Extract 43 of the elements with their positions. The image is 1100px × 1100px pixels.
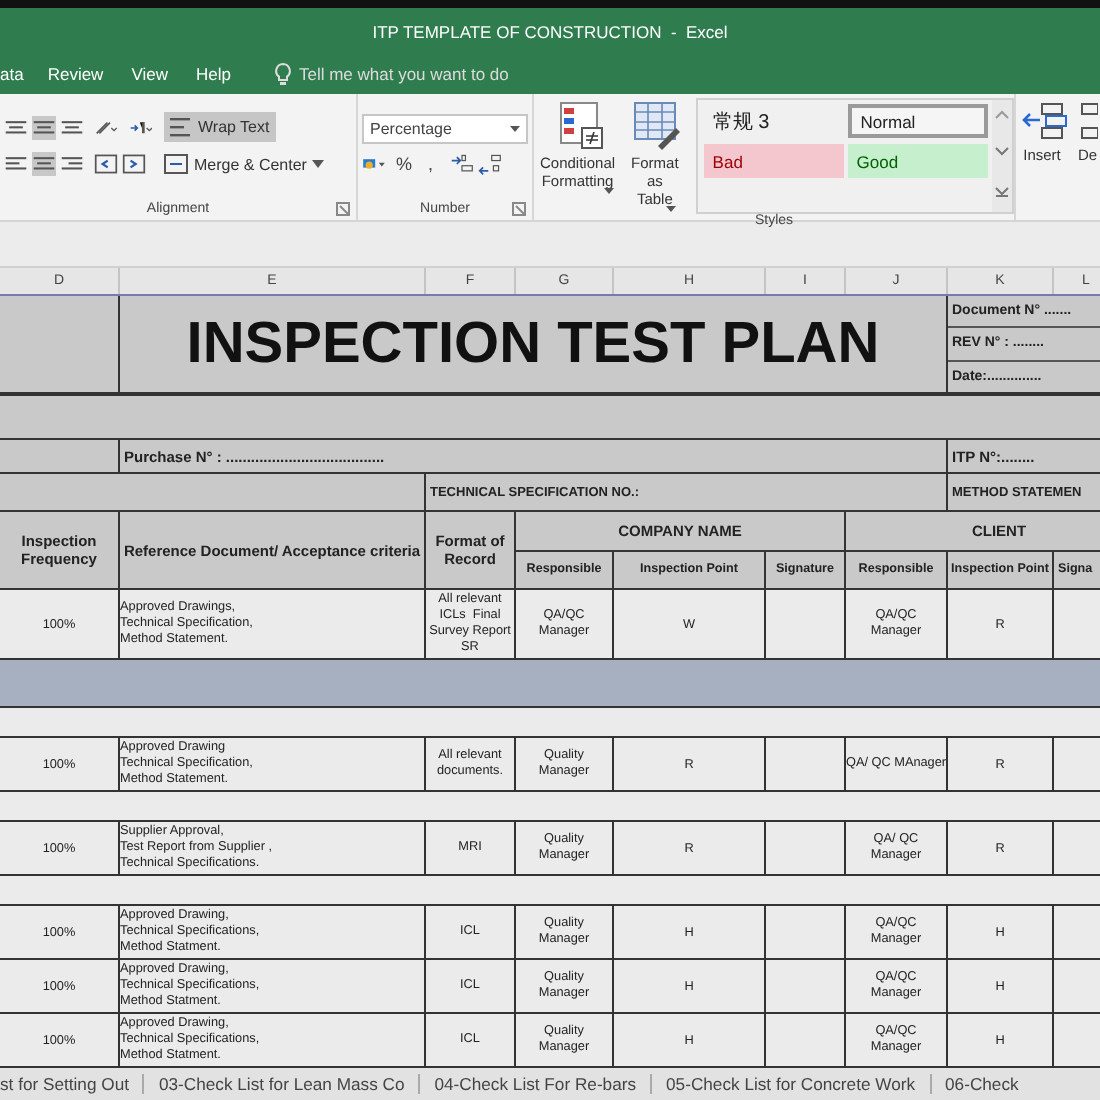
sheet-tab[interactable]: 04-Check List For Re-bars bbox=[420, 1074, 653, 1094]
align-middle-icon[interactable] bbox=[32, 115, 56, 139]
number-format-dropdown[interactable]: Percentage bbox=[362, 114, 528, 144]
dialog-launcher-icon[interactable] bbox=[336, 202, 350, 216]
sheet-tab[interactable]: 06-Check bbox=[931, 1074, 1033, 1094]
merge-cells-icon bbox=[164, 154, 188, 174]
conditional-formatting-icon bbox=[559, 102, 604, 150]
increase-indent-icon[interactable] bbox=[122, 152, 146, 176]
comma-style-button[interactable]: , bbox=[422, 154, 440, 174]
cell-style-option[interactable]: Good bbox=[848, 144, 989, 178]
delete-cells-icon bbox=[1078, 102, 1098, 142]
caret-icon bbox=[312, 160, 325, 168]
decrease-decimal-icon[interactable] bbox=[477, 152, 502, 176]
increase-decimal-icon[interactable] bbox=[449, 152, 474, 176]
align-top-icon[interactable] bbox=[4, 115, 28, 139]
sheet-tab[interactable]: st for Setting Out bbox=[0, 1074, 145, 1094]
dialog-launcher-icon[interactable] bbox=[512, 202, 526, 216]
cell-style-option[interactable]: Normal bbox=[848, 104, 989, 138]
menu-tab[interactable]: Review bbox=[47, 60, 104, 88]
table-format-icon bbox=[634, 102, 683, 150]
caret-icon bbox=[510, 126, 520, 132]
sheet-tab[interactable]: 03-Check List for Lean Mass Co bbox=[144, 1074, 421, 1094]
window-title: ITP TEMPLATE OF CONSTRUCTION - Excel bbox=[372, 21, 728, 41]
gallery-scroll-bar-icon[interactable] bbox=[992, 100, 1013, 212]
caret-icon bbox=[603, 188, 614, 194]
cell-style-option[interactable]: 常规 3 bbox=[704, 104, 845, 138]
wrap-text-icon bbox=[170, 116, 192, 138]
menu-tab[interactable]: Help bbox=[195, 60, 231, 88]
cell-style-option[interactable]: Bad bbox=[704, 144, 845, 178]
lightbulb-icon[interactable] bbox=[274, 61, 293, 87]
caret-icon bbox=[666, 206, 677, 212]
decrease-indent-icon[interactable] bbox=[94, 152, 118, 176]
wrap-text-button[interactable]: Wrap Text bbox=[164, 112, 276, 142]
percent-button[interactable]: % bbox=[390, 154, 419, 174]
merge-and-center-button[interactable]: Merge & Center bbox=[158, 150, 331, 178]
menu-tab[interactable]: View bbox=[131, 60, 168, 88]
align-center-icon[interactable] bbox=[32, 152, 56, 176]
sheet-tab[interactable]: 05-Check List for Concrete Work bbox=[652, 1074, 932, 1094]
insert-cells-icon bbox=[1022, 102, 1070, 142]
sheet-title: INSPECTION TEST PLAN bbox=[186, 311, 880, 377]
tell-me-search-field[interactable]: Tell me what you want to do bbox=[298, 64, 559, 84]
align-bottom-icon[interactable] bbox=[60, 115, 84, 139]
menu-tab[interactable]: ata bbox=[0, 60, 24, 88]
